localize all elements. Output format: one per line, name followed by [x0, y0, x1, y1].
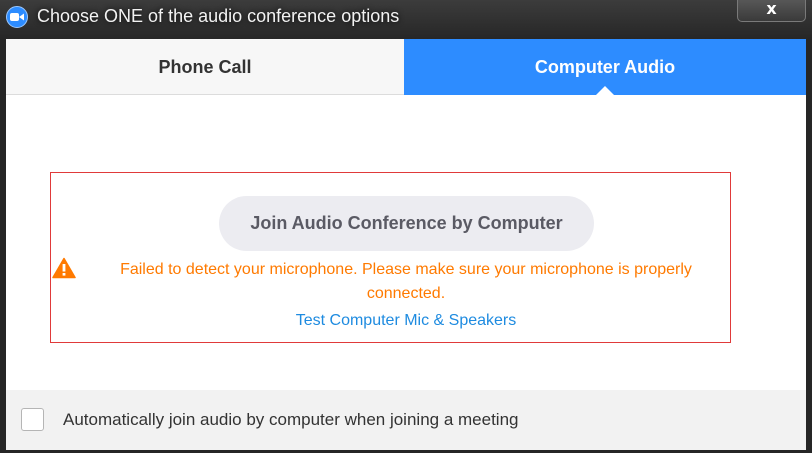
dialog-content: Phone Call Computer Audio Join Audio Con… — [6, 39, 806, 450]
warning-triangle-icon — [52, 257, 76, 284]
audio-options-window: Choose ONE of the audio conference optio… — [0, 0, 812, 453]
footer-bar: Automatically join audio by computer whe… — [6, 390, 806, 450]
close-button[interactable]: x — [737, 0, 806, 22]
window-title: Choose ONE of the audio conference optio… — [37, 6, 400, 26]
test-mic-speakers-link[interactable]: Test Computer Mic & Speakers — [101, 309, 711, 333]
microphone-error-message: Failed to detect your microphone. Please… — [120, 261, 692, 302]
auto-join-label[interactable]: Automatically join audio by computer whe… — [63, 408, 518, 432]
join-audio-button[interactable]: Join Audio Conference by Computer — [219, 196, 594, 251]
tab-phone-call[interactable]: Phone Call — [6, 39, 404, 95]
zoom-camera-icon — [6, 6, 28, 28]
title-bar[interactable]: Choose ONE of the audio conference optio… — [0, 0, 812, 34]
tab-bar: Phone Call Computer Audio — [6, 39, 806, 95]
selected-tab-indicator — [596, 86, 614, 95]
auto-join-checkbox[interactable] — [21, 408, 44, 431]
